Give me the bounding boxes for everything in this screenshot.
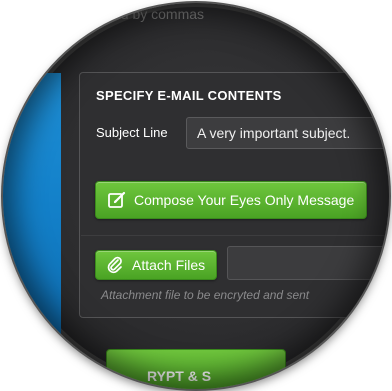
subject-line-label: Subject Line	[96, 125, 168, 140]
encrypt-send-button[interactable]: RYPT & S	[106, 349, 286, 389]
magnified-view: ed by commas SPECIFY E-MAIL CONTENTS Sub…	[3, 3, 389, 389]
magnifier-stage: ed by commas SPECIFY E-MAIL CONTENTS Sub…	[0, 0, 392, 391]
section-divider	[81, 235, 389, 236]
recipients-hint: ed by commas	[113, 6, 205, 22]
subject-line-input[interactable]	[186, 117, 389, 149]
attachment-path-field[interactable]	[227, 246, 389, 280]
compose-edit-icon	[106, 189, 128, 211]
side-panel	[3, 73, 61, 343]
section-title: SPECIFY E-MAIL CONTENTS	[96, 88, 282, 103]
compose-button-label: Compose Your Eyes Only Message	[134, 192, 355, 208]
compose-message-button[interactable]: Compose Your Eyes Only Message	[95, 181, 367, 219]
attach-button-label: Attach Files	[132, 257, 206, 273]
attach-files-button[interactable]: Attach Files	[95, 250, 217, 280]
paperclip-icon	[104, 254, 126, 276]
attachment-help-text: Attachment file to be encryted and sent	[101, 288, 310, 302]
